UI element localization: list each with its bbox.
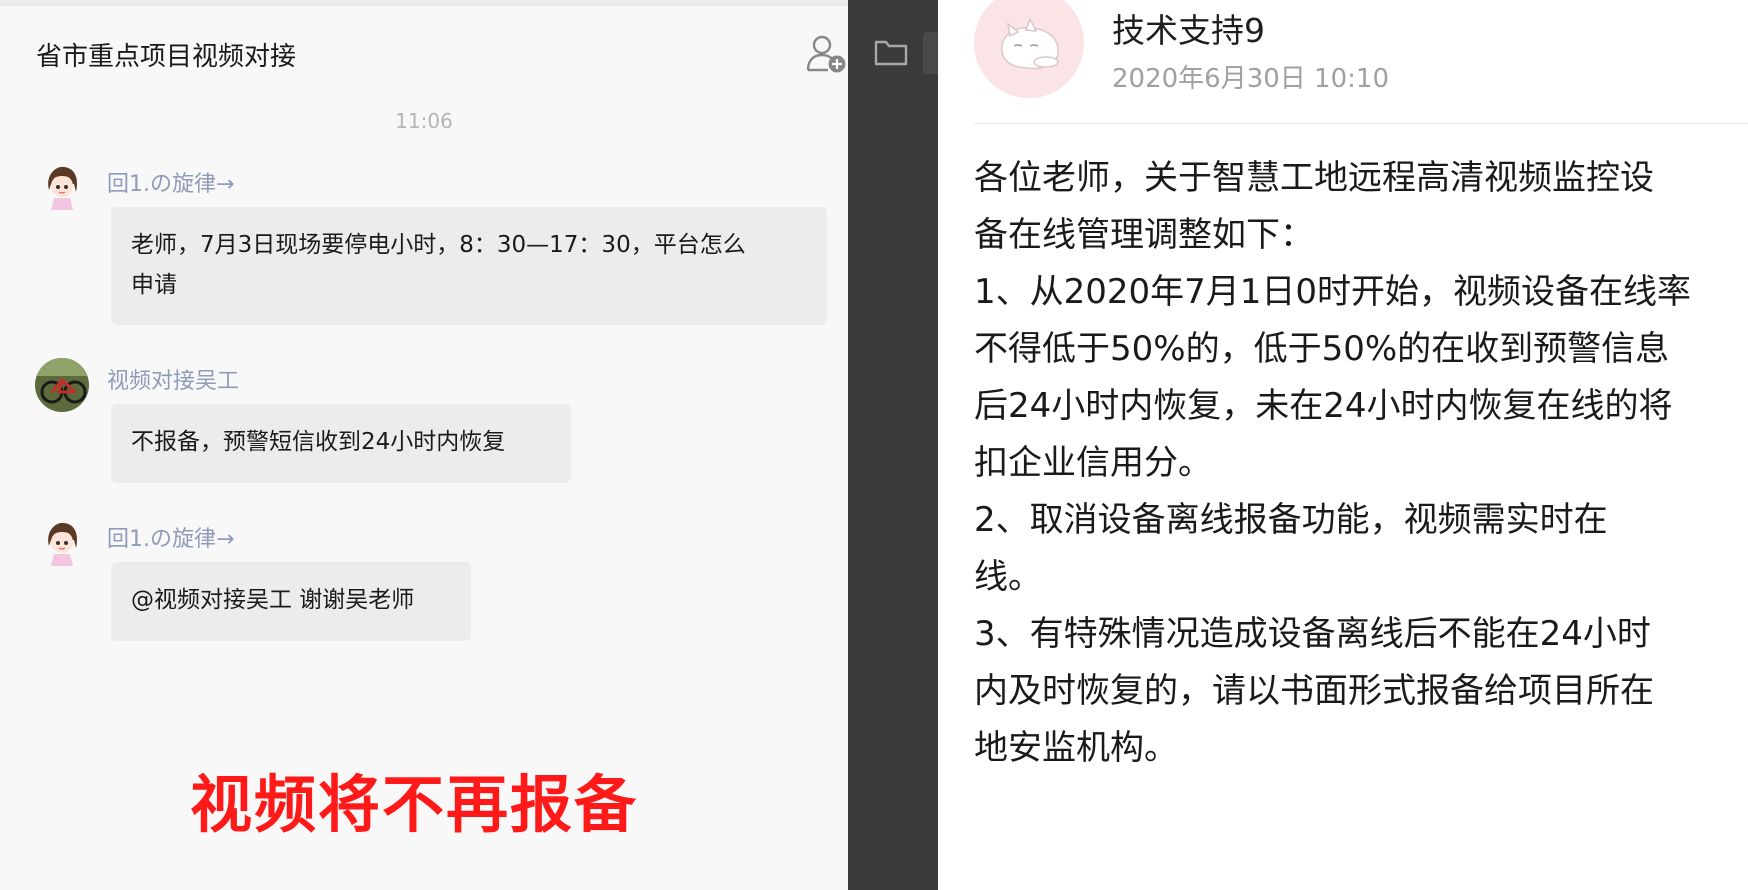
notice-line: 1、从2020年7月1日0时开始，视频设备在线率 (974, 272, 1692, 312)
notice-line: 扣企业信用分。 (974, 443, 1212, 483)
collapse-tab[interactable] (923, 32, 938, 74)
folder-icon[interactable] (874, 38, 908, 66)
chat-header: 省市重点项目视频对接 (0, 6, 848, 102)
notice-line: 备在线管理调整如下： (974, 215, 1314, 255)
cartoon-girl-avatar[interactable] (35, 518, 89, 572)
message-bubble[interactable]: 老师，7月3日现场要停电小时，8：30—17：30，平台怎么 申请 (111, 207, 827, 325)
cartoon-girl-avatar[interactable] (35, 162, 89, 216)
message-text-line: 老师，7月3日现场要停电小时，8：30—17：30，平台怎么 (131, 232, 746, 258)
notice-line: 3、有特殊情况造成设备离线后不能在24小时 (974, 614, 1651, 654)
chat-timestamp: 11:06 (395, 109, 453, 133)
message-text-line: 不报备，预警短信收到24小时内恢复 (131, 429, 506, 455)
divider-line (974, 123, 1748, 124)
notice-line: 线。 (974, 557, 1042, 597)
bicycle-photo-avatar[interactable] (35, 358, 89, 412)
message-sender: 回1.の旋律→ (107, 172, 235, 197)
notice-body: 各位老师，关于智慧工地远程高清视频监控设 备在线管理调整如下： 1、从2020年… (974, 150, 1734, 777)
message-bubble[interactable]: @视频对接吴工 谢谢吴老师 (111, 562, 471, 641)
notice-line: 不得低于50%的，低于50%的在收到预警信息 (974, 329, 1670, 369)
message-text-line: @视频对接吴工 谢谢吴老师 (131, 587, 415, 613)
message-sender: 视频对接吴工 (107, 369, 240, 394)
notice-line: 2、取消设备离线报备功能，视频需实时在 (974, 500, 1608, 540)
cat-avatar[interactable] (974, 0, 1084, 98)
notice-line: 各位老师，关于智慧工地远程高清视频监控设 (974, 158, 1654, 198)
message-sender: 回1.の旋律→ (107, 527, 235, 552)
add-member-icon[interactable] (806, 34, 848, 74)
chat-title: 省市重点项目视频对接 (36, 42, 297, 72)
message-bubble[interactable]: 不报备，预警短信收到24小时内恢复 (111, 404, 571, 483)
chat-window: 省市重点项目视频对接 11:06 回1.の旋律→ 老师，7月3日现场要停电小时，… (0, 0, 848, 890)
message-text-line: 申请 (131, 272, 177, 298)
notice-line: 内及时恢复的，请以书面形式报备给项目所在 (974, 671, 1654, 711)
notice-line: 后24小时内恢复，未在24小时内恢复在线的将 (974, 386, 1673, 426)
window-divider (848, 0, 938, 890)
notice-line: 地安监机构。 (974, 728, 1178, 768)
notice-author[interactable]: 技术支持9 (1112, 4, 1265, 52)
notice-post: 技术支持9 2020年6月30日 10:10 各位老师，关于智慧工地远程高清视频… (938, 0, 1748, 890)
red-annotation-text: 视频将不再报备 (190, 768, 639, 841)
notice-date: 2020年6月30日 10:10 (1112, 64, 1389, 94)
